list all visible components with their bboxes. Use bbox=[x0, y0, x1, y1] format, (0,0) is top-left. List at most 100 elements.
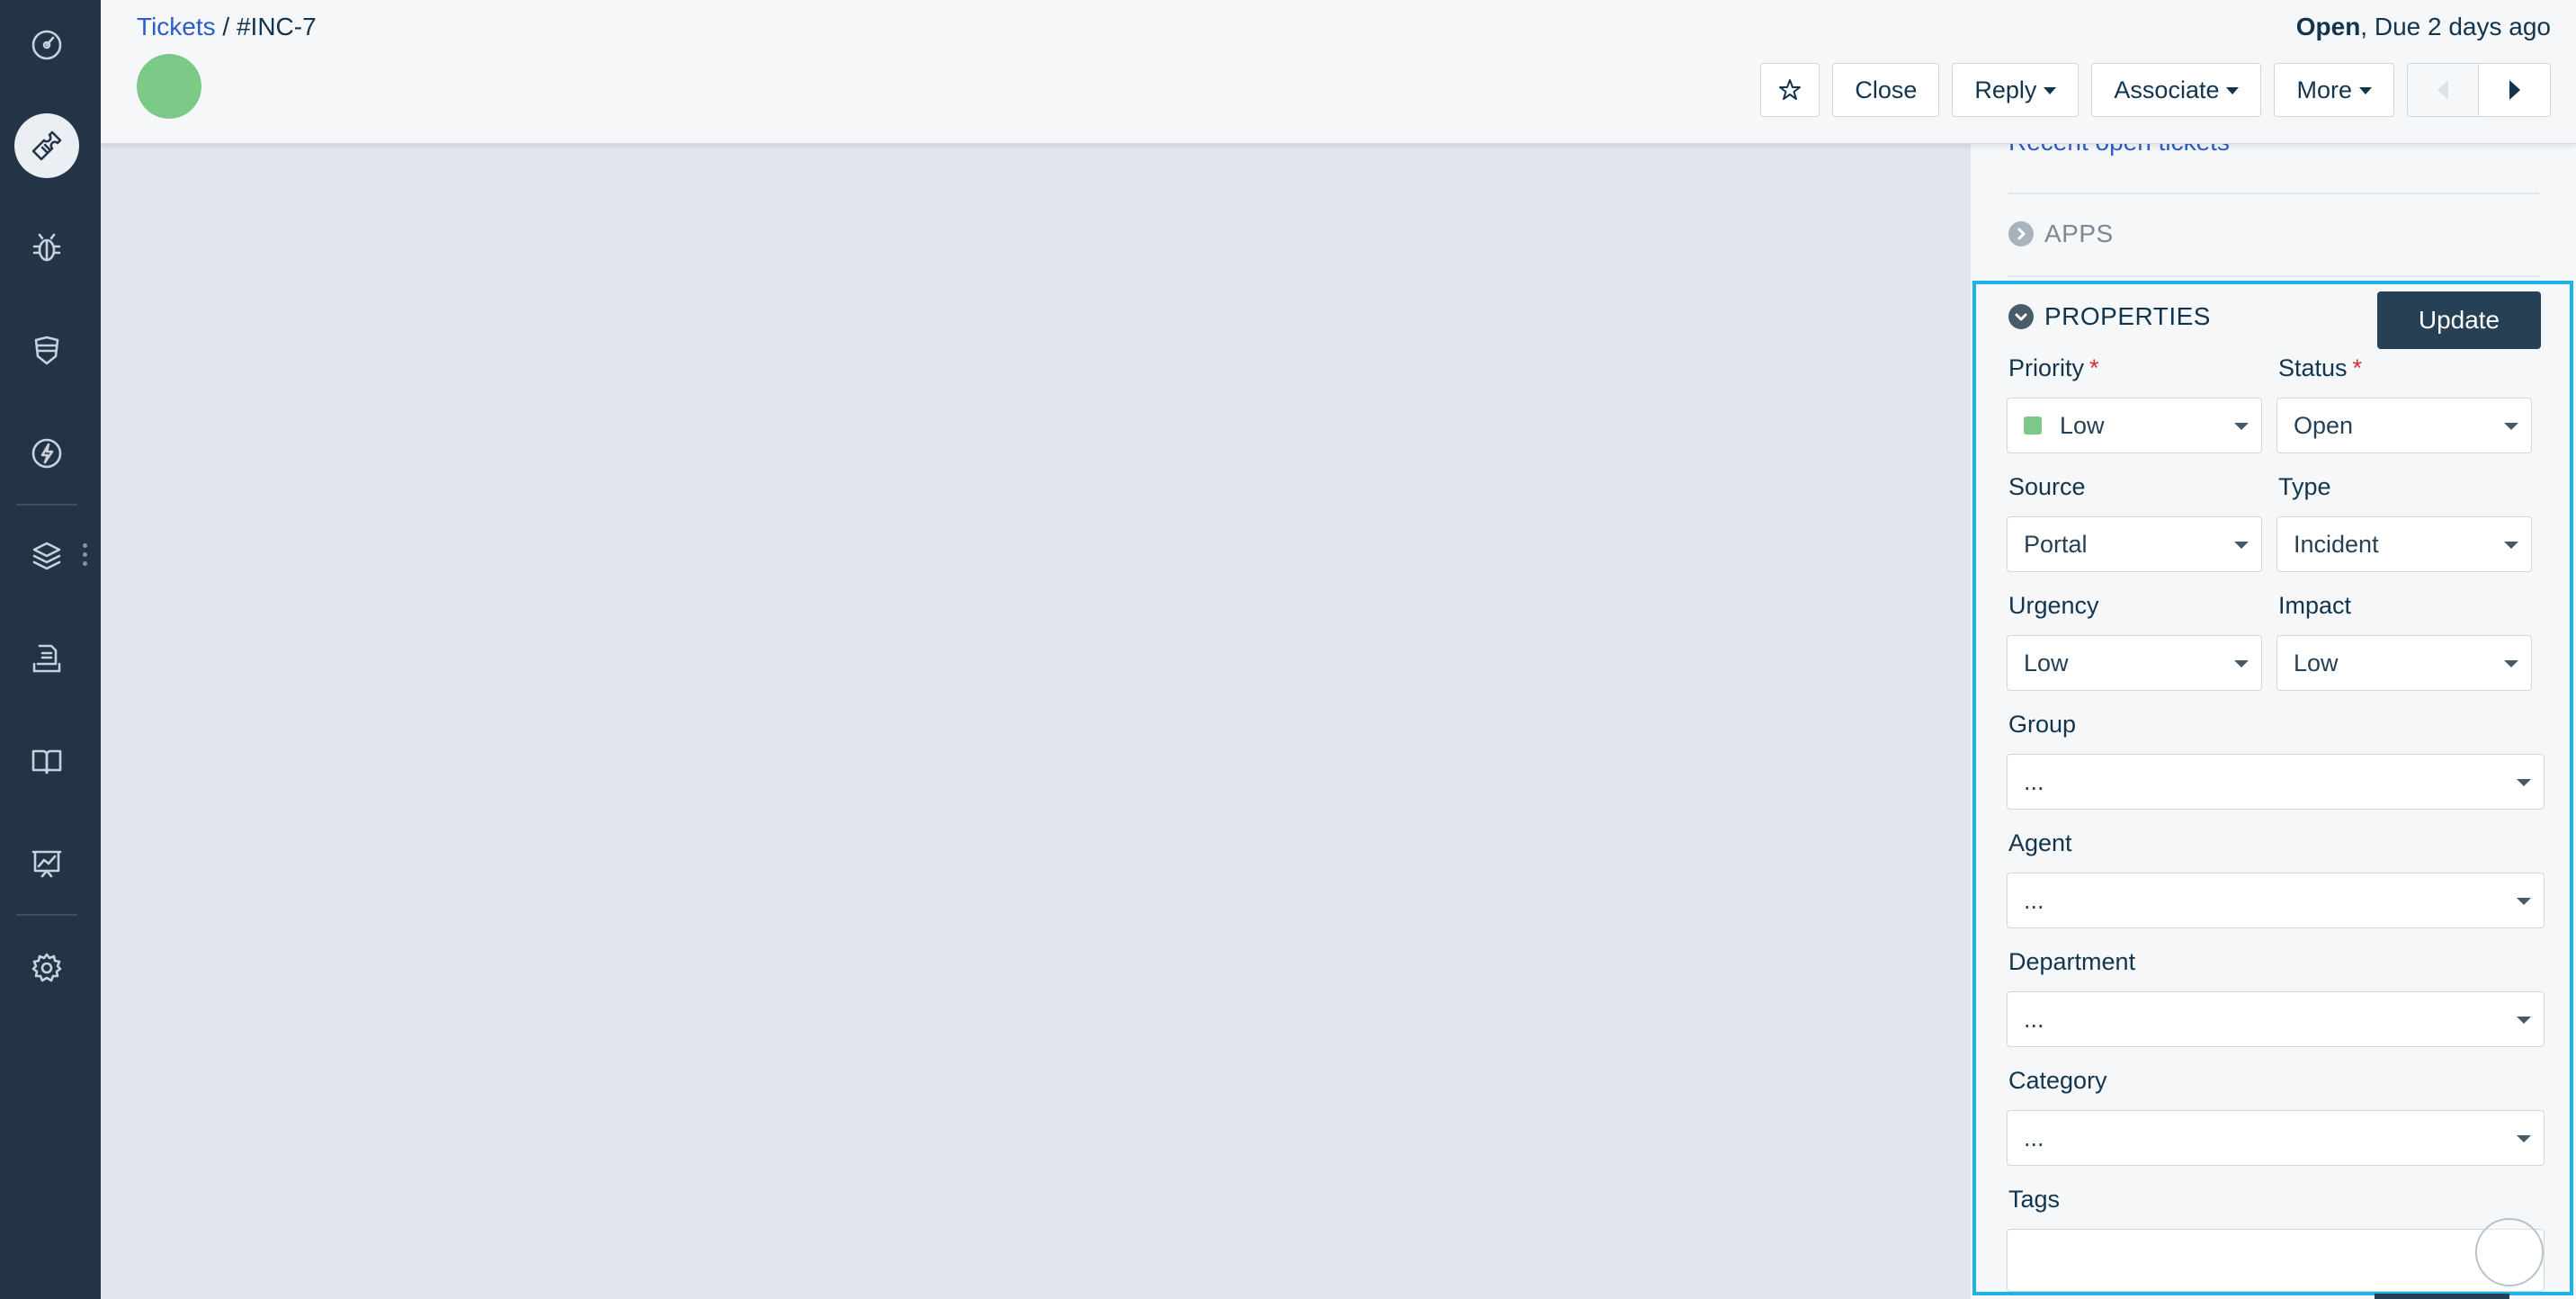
dropdown-arrow-icon bbox=[2517, 898, 2531, 905]
breadcrumb: Tickets / #INC-7 bbox=[137, 13, 317, 41]
dropdown-arrow-icon bbox=[2234, 660, 2249, 667]
dropdown-arrow-icon bbox=[2517, 1135, 2531, 1142]
close-ticket-button[interactable]: Close bbox=[1832, 63, 1940, 117]
breadcrumb-tickets-link[interactable]: Tickets bbox=[137, 13, 216, 40]
ticket-status-line: Open, Due 2 days ago bbox=[2296, 13, 2551, 41]
status-label: Status * bbox=[2278, 354, 2363, 381]
gear-icon[interactable] bbox=[14, 936, 79, 1000]
inbox-document-icon[interactable] bbox=[14, 626, 79, 691]
apps-section-header[interactable]: APPS bbox=[2008, 219, 2114, 248]
bottom-button-edge bbox=[2375, 1294, 2509, 1299]
urgency-label: Urgency bbox=[2008, 592, 2099, 619]
cursor-indicator bbox=[2475, 1218, 2544, 1286]
arrow-right-icon bbox=[2509, 80, 2520, 100]
book-icon[interactable] bbox=[14, 729, 79, 793]
more-label: More bbox=[2296, 76, 2352, 103]
close-label: Close bbox=[1855, 76, 1918, 103]
department-value: ... bbox=[2024, 1005, 2044, 1033]
dropdown-arrow-icon bbox=[2504, 660, 2518, 667]
bug-icon[interactable] bbox=[14, 216, 79, 281]
divider bbox=[2008, 275, 2539, 277]
next-ticket-button[interactable] bbox=[2479, 63, 2551, 117]
agent-label: Agent bbox=[2008, 829, 2072, 856]
chevron-right-icon bbox=[2008, 221, 2034, 246]
breadcrumb-separator: / bbox=[215, 13, 237, 40]
star-icon bbox=[1779, 79, 1802, 100]
avatar bbox=[137, 54, 201, 119]
agent-value: ... bbox=[2024, 886, 2044, 914]
ticket-id: #INC-7 bbox=[236, 13, 317, 40]
category-value: ... bbox=[2024, 1124, 2044, 1151]
associate-label: Associate bbox=[2114, 76, 2220, 103]
dropdown-arrow-icon bbox=[2517, 1017, 2531, 1024]
ticket-icon[interactable] bbox=[14, 113, 79, 178]
dropdown-arrow-icon bbox=[2234, 423, 2249, 430]
bolt-icon[interactable] bbox=[14, 421, 79, 486]
ticket-toolbar: Close Reply Associate More bbox=[1760, 63, 2551, 117]
ticket-conversation-area bbox=[101, 144, 1970, 1299]
group-label: Group bbox=[2008, 711, 2077, 738]
sidebar-more-dots[interactable] bbox=[83, 543, 88, 570]
arrow-left-icon bbox=[2437, 80, 2448, 100]
previous-ticket-button[interactable] bbox=[2407, 63, 2479, 117]
category-label: Category bbox=[2008, 1067, 2107, 1094]
update-button[interactable]: Update bbox=[2377, 291, 2541, 349]
category-select[interactable]: ... bbox=[2007, 1110, 2545, 1166]
caret-down-icon bbox=[2226, 87, 2240, 94]
star-button[interactable] bbox=[1760, 63, 1820, 117]
source-value: Portal bbox=[2024, 530, 2088, 558]
group-value: ... bbox=[2024, 767, 2044, 795]
properties-section-header[interactable]: PROPERTIES bbox=[2008, 302, 2211, 331]
ticket-pager bbox=[2407, 63, 2551, 117]
ticket-due: , Due 2 days ago bbox=[2360, 13, 2551, 40]
type-select[interactable]: Incident bbox=[2276, 516, 2532, 572]
priority-select[interactable]: Low bbox=[2007, 398, 2262, 453]
sidebar bbox=[0, 0, 101, 1299]
analytics-icon[interactable] bbox=[14, 831, 79, 896]
priority-value: Low bbox=[2060, 411, 2105, 439]
dropdown-arrow-icon bbox=[2504, 542, 2518, 549]
department-label: Department bbox=[2008, 948, 2136, 975]
agent-select[interactable]: ... bbox=[2007, 873, 2545, 928]
caret-down-icon bbox=[2359, 87, 2372, 94]
ticket-header: Tickets / #INC-7 Open, Due 2 days ago Cl… bbox=[101, 0, 2576, 144]
urgency-select[interactable]: Low bbox=[2007, 635, 2262, 691]
sidebar-divider bbox=[16, 914, 77, 916]
tags-label: Tags bbox=[2008, 1186, 2061, 1213]
dropdown-arrow-icon bbox=[2234, 542, 2249, 549]
reply-label: Reply bbox=[1974, 76, 2037, 103]
impact-label: Impact bbox=[2278, 592, 2352, 619]
status-select[interactable]: Open bbox=[2276, 398, 2532, 453]
dropdown-arrow-icon bbox=[2517, 779, 2531, 786]
properties-title: PROPERTIES bbox=[2044, 302, 2211, 330]
associate-button[interactable]: Associate bbox=[2091, 63, 2262, 117]
dashboard-icon[interactable] bbox=[14, 13, 79, 77]
source-select[interactable]: Portal bbox=[2007, 516, 2262, 572]
shield-icon[interactable] bbox=[14, 318, 79, 383]
impact-value: Low bbox=[2294, 649, 2339, 676]
status-value: Open bbox=[2294, 411, 2354, 439]
required-marker: * bbox=[2352, 354, 2363, 381]
impact-select[interactable]: Low bbox=[2276, 635, 2532, 691]
layers-icon[interactable] bbox=[14, 524, 79, 588]
divider bbox=[2008, 193, 2539, 194]
chevron-down-icon bbox=[2008, 304, 2034, 329]
priority-label: Priority * bbox=[2008, 354, 2099, 381]
reply-button[interactable]: Reply bbox=[1952, 63, 2080, 117]
sidebar-divider bbox=[16, 504, 77, 506]
dropdown-arrow-icon bbox=[2504, 423, 2518, 430]
type-label: Type bbox=[2278, 473, 2331, 500]
type-value: Incident bbox=[2294, 530, 2379, 558]
tags-input[interactable] bbox=[2007, 1229, 2545, 1292]
apps-title: APPS bbox=[2044, 219, 2114, 247]
ticket-sidebar-panel: Recent open tickets APPS PROPERTIES Upda… bbox=[1970, 128, 2576, 1299]
department-select[interactable]: ... bbox=[2007, 991, 2545, 1047]
caret-down-icon bbox=[2044, 87, 2057, 94]
ticket-status: Open bbox=[2295, 13, 2361, 40]
required-marker: * bbox=[2089, 354, 2099, 381]
priority-color-swatch bbox=[2024, 417, 2042, 434]
urgency-value: Low bbox=[2024, 649, 2069, 676]
source-label: Source bbox=[2008, 473, 2086, 500]
more-button[interactable]: More bbox=[2274, 63, 2394, 117]
group-select[interactable]: ... bbox=[2007, 754, 2545, 810]
